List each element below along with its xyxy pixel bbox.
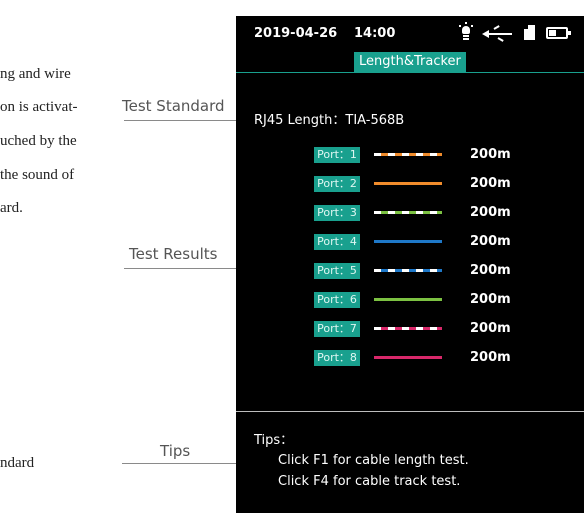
port-row: Port：1 200m (314, 146, 584, 164)
port-label[interactable]: Port：1 (314, 147, 360, 163)
device-screen: 2019-04-26 14:00 Length&Tracker RJ45 Len… (236, 16, 584, 513)
wire-color-indicator (374, 269, 442, 272)
callout-line-test-results (124, 268, 242, 269)
port-row: Port：7 200m (314, 320, 584, 338)
tip-line: Click F1 for cable length test. (278, 453, 469, 468)
port-length-value: 200m (470, 147, 511, 162)
wire-color-indicator (374, 240, 442, 243)
manual-text-line: on is activat- (0, 99, 78, 115)
manual-text-line: ng and wire (0, 66, 71, 82)
manual-text-line: uched by the (0, 133, 77, 149)
port-length-value: 200m (470, 176, 511, 191)
manual-text-line: ndard (0, 455, 35, 471)
mode-divider (236, 72, 584, 73)
wire-color-indicator (374, 211, 442, 214)
port-length-value: 200m (470, 292, 511, 307)
sd-card-icon (524, 25, 535, 40)
port-label[interactable]: Port：7 (314, 321, 360, 337)
port-row: Port：4 200m (314, 233, 584, 251)
callout-test-results: Test Results (129, 245, 218, 263)
port-length-value: 200m (470, 350, 511, 365)
wire-color-indicator (374, 356, 442, 359)
port-label[interactable]: Port：8 (314, 350, 360, 366)
callout-line-test-standard (124, 120, 242, 121)
wire-color-indicator (374, 298, 442, 301)
port-row: Port：3 200m (314, 204, 584, 222)
port-length-value: 200m (470, 321, 511, 336)
wire-color-indicator (374, 327, 442, 330)
manual-text-line: ard. (0, 200, 23, 216)
wire-color-indicator (374, 153, 442, 156)
mode-tab[interactable]: Length&Tracker (354, 52, 466, 72)
tips-title: Tips： (254, 433, 294, 448)
port-row: Port：6 200m (314, 291, 584, 309)
tip-line: Click F4 for cable track test. (278, 474, 461, 489)
callout-test-standard: Test Standard (122, 97, 225, 115)
port-length-value: 200m (470, 263, 511, 278)
port-length-value: 200m (470, 205, 511, 220)
port-label[interactable]: Port：5 (314, 263, 360, 279)
usb-icon (482, 25, 512, 42)
battery-icon (546, 27, 571, 39)
port-row: Port：2 200m (314, 175, 584, 193)
status-icons (456, 22, 580, 42)
port-label[interactable]: Port：2 (314, 176, 360, 192)
port-row: Port：5 200m (314, 262, 584, 280)
status-date: 2019-04-26 (254, 26, 338, 41)
port-length-value: 200m (470, 234, 511, 249)
wire-color-indicator (374, 182, 442, 185)
port-label[interactable]: Port：3 (314, 205, 360, 221)
port-label[interactable]: Port：4 (314, 234, 360, 250)
callout-tips: Tips (160, 442, 191, 460)
manual-text-line: the sound of (0, 167, 75, 183)
callout-line-tips (122, 463, 242, 464)
status-time: 14:00 (354, 26, 396, 41)
port-label[interactable]: Port：6 (314, 292, 360, 308)
tips-divider (236, 411, 584, 412)
test-standard-text: RJ45 Length：TIA-568B (254, 113, 405, 128)
flashlight-icon (459, 22, 473, 41)
port-row: Port：8 200m (314, 349, 584, 367)
